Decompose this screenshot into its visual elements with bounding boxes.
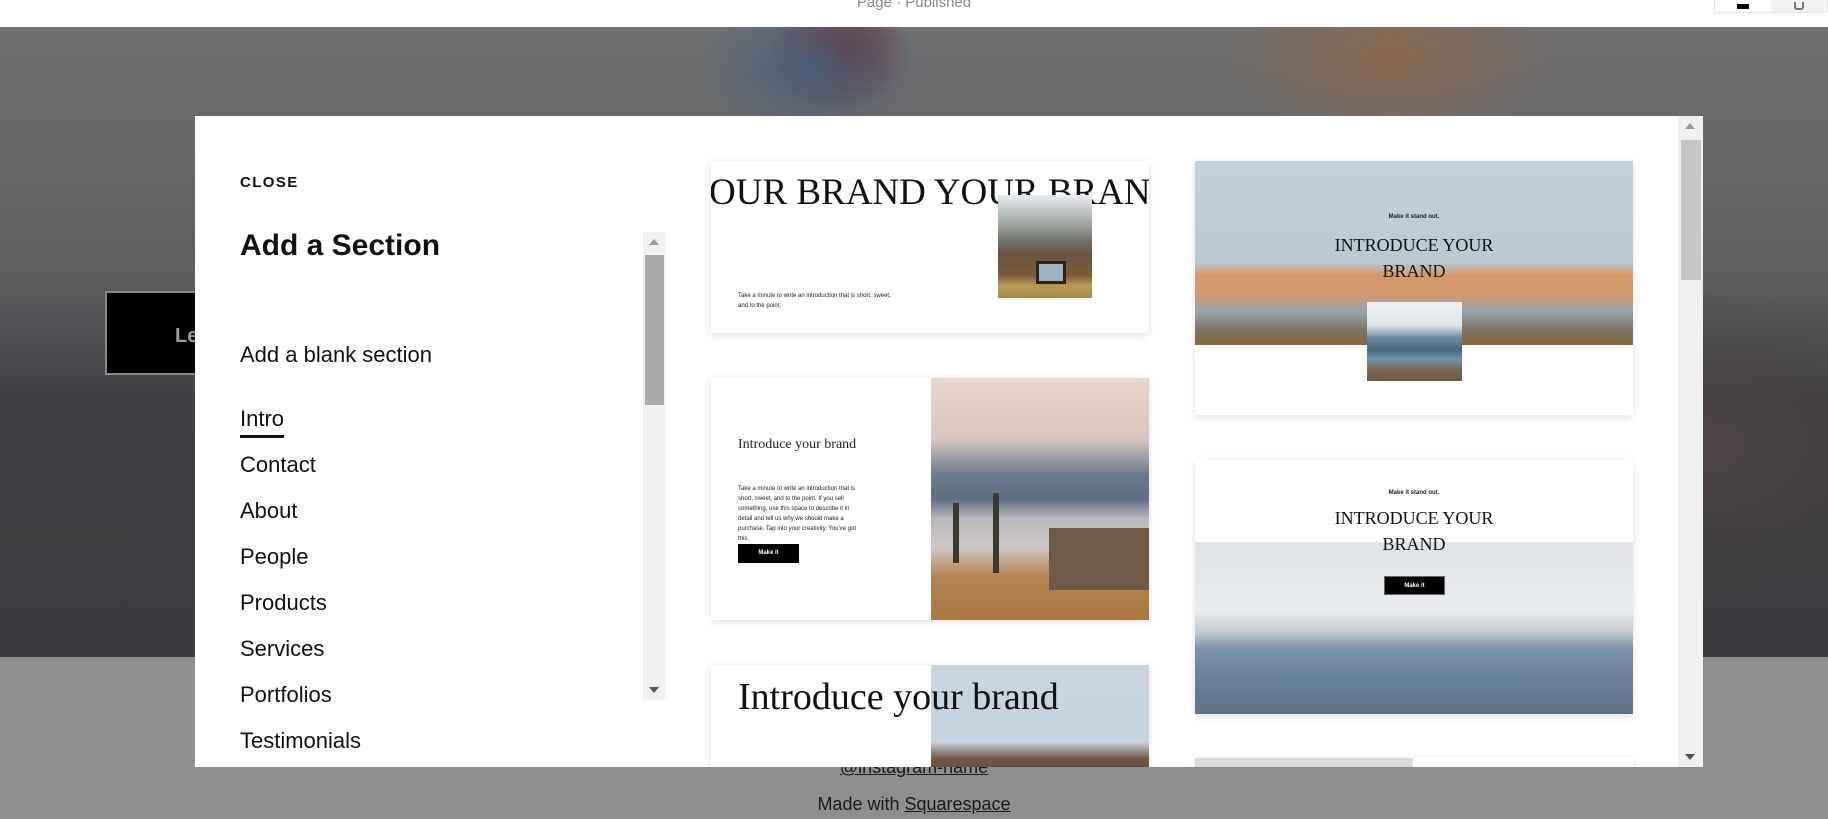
category-intro[interactable]: Intro xyxy=(240,404,361,450)
template-kicker: Make it stand out. xyxy=(1388,490,1440,496)
close-button[interactable]: CLOSE xyxy=(240,174,299,191)
category-portfolios[interactable]: Portfolios xyxy=(240,680,361,726)
category-contact[interactable]: Contact xyxy=(240,450,361,496)
category-scrollbar-thumb[interactable] xyxy=(645,255,664,405)
templates-scrollbar[interactable] xyxy=(1678,116,1703,767)
page-status: Page · Published xyxy=(856,0,972,11)
mobile-view-button[interactable] xyxy=(1771,0,1827,12)
template-card-banner-inset[interactable]: Make it stand out. INTRODUCE YOUR BRAND xyxy=(1195,161,1633,415)
category-people[interactable]: People xyxy=(240,542,361,588)
template-card-large-heading[interactable]: Introduce your brand xyxy=(711,665,1149,767)
template-cta-button: Make it xyxy=(738,544,799,563)
scroll-up-arrow-icon[interactable] xyxy=(1685,123,1695,129)
template-body-text: Take a minute to write an introduction t… xyxy=(738,486,856,542)
lake-inset-image xyxy=(1367,302,1462,381)
template-card-banner-button[interactable]: Make it stand out. INTRODUCE YOUR BRAND … xyxy=(1195,460,1633,714)
cloudy-mountain-image xyxy=(1195,542,1633,714)
template-heading: Introduce your brand xyxy=(738,437,857,452)
template-kicker: Make it stand out. xyxy=(1388,214,1440,220)
squarespace-link[interactable]: Squarespace xyxy=(904,794,1010,814)
add-blank-section-button[interactable]: Add a blank section xyxy=(240,342,432,368)
template-card-marquee[interactable]: OUR BRAND YOUR BRAN Take a minute to wri… xyxy=(711,161,1149,333)
template-heading: Introduce your brand xyxy=(738,676,1059,718)
modal-title: Add a Section xyxy=(240,229,441,262)
category-list: Intro Contact About People Products Serv… xyxy=(240,404,361,767)
scroll-down-arrow-icon[interactable] xyxy=(1685,754,1695,760)
desktop-icon xyxy=(1737,4,1749,9)
editor-topbar: Page · Published xyxy=(0,0,1828,27)
templates-scrollbar-thumb[interactable] xyxy=(1681,140,1701,280)
footer-made-with: Made with Squarespace xyxy=(817,794,1011,814)
template-body-text: Take a minute to write an introduction t… xyxy=(738,293,891,309)
category-scrollbar[interactable] xyxy=(643,232,665,700)
template-card-partial[interactable] xyxy=(1195,758,1633,767)
template-cta-button: Make it xyxy=(1384,576,1445,595)
device-view-toggle xyxy=(1714,0,1828,13)
template-heading: INTRODUCE YOUR BRAND xyxy=(1334,235,1494,281)
desktop-view-button[interactable] xyxy=(1715,0,1771,12)
cabin-mountain-image xyxy=(998,195,1092,298)
category-testimonials[interactable]: Testimonials xyxy=(240,726,361,767)
template-heading: INTRODUCE YOUR BRAND xyxy=(1334,508,1494,554)
category-services[interactable]: Services xyxy=(240,634,361,680)
add-section-modal: CLOSE Add a Section Add a blank section … xyxy=(195,116,1703,767)
scroll-up-arrow-icon[interactable] xyxy=(649,239,659,245)
template-card-split[interactable]: Introduce your brand Take a minute to wr… xyxy=(711,378,1149,620)
mobile-icon xyxy=(1794,1,1804,10)
category-about[interactable]: About xyxy=(240,496,361,542)
lake-cabin-image xyxy=(931,378,1149,620)
section-category-panel: Add a blank section Intro Contact About … xyxy=(195,292,665,767)
scroll-down-arrow-icon[interactable] xyxy=(649,687,659,693)
category-products[interactable]: Products xyxy=(240,588,361,634)
